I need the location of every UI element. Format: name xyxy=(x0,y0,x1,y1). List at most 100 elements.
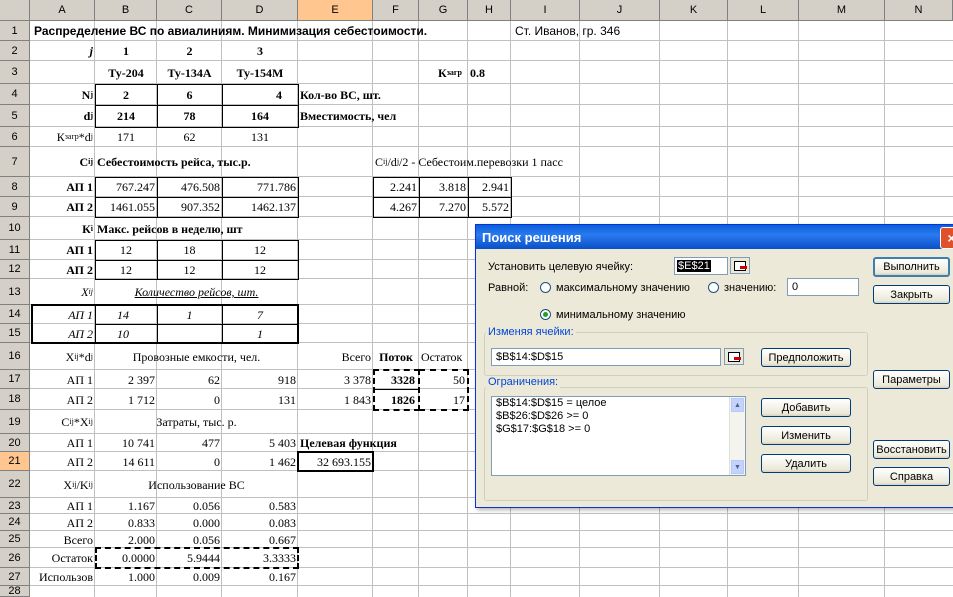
cell-e16[interactable]: Всего xyxy=(298,343,373,370)
cell-b16[interactable]: Провозные емкости, чел. xyxy=(95,343,298,370)
column-header-h[interactable]: H xyxy=(468,0,511,21)
cell-b10[interactable]: Макс. рейсов в неделю, шт xyxy=(95,217,245,240)
cell-b12[interactable]: 12 xyxy=(95,260,157,279)
cell-d15[interactable]: 1 xyxy=(222,324,298,343)
constraints-scrollbar[interactable]: ▲ ▼ xyxy=(729,397,745,475)
cell-a14[interactable]: АП 1 xyxy=(30,305,95,324)
target-cell-input[interactable]: $E$21 xyxy=(674,257,728,275)
radio-max-label[interactable]: максимальному значению xyxy=(556,282,690,294)
cell-d6[interactable]: 131 xyxy=(222,127,298,147)
cell-d14[interactable]: 7 xyxy=(222,305,298,324)
constraints-list[interactable]: $B$14:$D$15 = целое $B$26:$D$26 >= 0 $G$… xyxy=(491,396,746,476)
cell-f16[interactable]: Поток xyxy=(373,343,419,370)
dialog-title[interactable]: Поиск решения xyxy=(476,225,953,249)
column-header-e[interactable]: E xyxy=(298,0,373,21)
row-header-27[interactable]: 27 xyxy=(0,568,30,586)
cell-a4[interactable]: Nj xyxy=(30,84,95,105)
cell-b3[interactable]: Ту-204 xyxy=(95,61,157,84)
changing-cells-input[interactable]: $B$14:$D$15 xyxy=(491,348,721,366)
row-header-21[interactable]: 21 xyxy=(0,452,30,471)
row-header-18[interactable]: 18 xyxy=(0,389,30,410)
cell-d24[interactable]: 0.083 xyxy=(222,514,298,531)
column-header-n[interactable]: N xyxy=(885,0,953,21)
cell-e20[interactable]: Целевая функция xyxy=(298,434,399,452)
cell-d2[interactable]: 3 xyxy=(222,41,298,61)
cell-c21[interactable]: 0 xyxy=(157,452,222,471)
cell-c26[interactable]: 5.9444 xyxy=(157,548,222,568)
cell-b21[interactable]: 14 611 xyxy=(95,452,157,471)
cell-g16[interactable]: Остаток xyxy=(419,343,464,370)
cell-a9[interactable]: АП 2 xyxy=(30,197,95,217)
row-header-2[interactable]: 2 xyxy=(0,41,30,61)
cell-b7[interactable]: Себестоимость рейса, тыс.р. xyxy=(95,147,253,177)
cell-a7[interactable]: Cij xyxy=(30,147,95,177)
column-header-k[interactable]: K xyxy=(660,0,728,21)
cell-a6[interactable]: Кзагр *d j xyxy=(30,127,95,147)
run-button[interactable]: Выполнить xyxy=(873,257,950,277)
row-header-10[interactable]: 10 xyxy=(0,217,30,240)
scroll-down-icon[interactable]: ▼ xyxy=(731,460,744,474)
cell-a21[interactable]: АП 2 xyxy=(30,452,95,471)
cell-b14[interactable]: 14 xyxy=(95,305,157,324)
cell-a16[interactable]: Xij *d j xyxy=(30,343,95,370)
cell-c11[interactable]: 18 xyxy=(157,240,222,260)
cell-d25[interactable]: 0.667 xyxy=(222,531,298,548)
column-header-d[interactable]: D xyxy=(222,0,298,21)
restore-button[interactable]: Восстановить xyxy=(873,440,950,459)
row-header-23[interactable]: 23 xyxy=(0,498,30,514)
cell-a26[interactable]: Остаток xyxy=(30,548,95,568)
column-header-b[interactable]: B xyxy=(95,0,157,21)
column-header-l[interactable]: L xyxy=(728,0,799,21)
cell-g17[interactable]: 50 xyxy=(419,370,468,389)
cell-c3[interactable]: Ту-134А xyxy=(157,61,222,84)
cell-b6[interactable]: 171 xyxy=(95,127,157,147)
cell-c6[interactable]: 62 xyxy=(157,127,222,147)
add-constraint-button[interactable]: Добавить xyxy=(761,398,851,417)
cell-a17[interactable]: АП 1 xyxy=(30,370,95,389)
cell-b9[interactable]: 1461.055 xyxy=(95,197,157,217)
cell-c17[interactable]: 62 xyxy=(157,370,222,389)
cell-b24[interactable]: 0.833 xyxy=(95,514,157,531)
cell-b15[interactable]: 10 xyxy=(95,324,157,343)
cell-d18[interactable]: 131 xyxy=(222,389,298,410)
cell-c8[interactable]: 476.508 xyxy=(157,177,222,197)
cell-c18[interactable]: 0 xyxy=(157,389,222,410)
column-header-a[interactable]: A xyxy=(30,0,95,21)
cell-a25[interactable]: Всего xyxy=(30,531,95,548)
cell-b2[interactable]: 1 xyxy=(95,41,157,61)
cell-d3[interactable]: Ту-154М xyxy=(222,61,298,84)
row-header-4[interactable]: 4 xyxy=(0,84,30,105)
cell-b22[interactable]: Использование ВС xyxy=(95,471,298,498)
column-header-i[interactable]: I xyxy=(511,0,580,21)
cell-c15[interactable] xyxy=(157,324,222,343)
cell-a19[interactable]: Cij *X ij xyxy=(30,410,95,434)
radio-max[interactable] xyxy=(540,282,551,293)
cell-b23[interactable]: 1.167 xyxy=(95,498,157,514)
row-header-26[interactable]: 26 xyxy=(0,548,30,568)
value-input[interactable]: 0 xyxy=(787,278,859,296)
cell-f9[interactable]: 4.267 xyxy=(373,197,419,217)
cell-a15[interactable]: АП 2 xyxy=(30,324,95,343)
cell-b19[interactable]: Затраты, тыс. р. xyxy=(95,410,298,434)
cell-f7[interactable]: Cij/d j/2 - Себестоим.перевозки 1 пасс xyxy=(373,147,565,177)
cell-d20[interactable]: 5 403 xyxy=(222,434,298,452)
cell-d5[interactable]: 164 xyxy=(222,105,298,127)
cell-b18[interactable]: 1 712 xyxy=(95,389,157,410)
cell-h8[interactable]: 2.941 xyxy=(468,177,511,197)
cell-a13[interactable]: Xij xyxy=(30,279,95,305)
cell-a18[interactable]: АП 2 xyxy=(30,389,95,410)
cell-c25[interactable]: 0.056 xyxy=(157,531,222,548)
column-header-j[interactable]: J xyxy=(580,0,660,21)
cell-b13[interactable]: Количество рейсов, шт. xyxy=(95,279,298,305)
cell-g3[interactable]: Кзагр xyxy=(436,61,464,84)
cell-d9[interactable]: 1462.137 xyxy=(222,197,298,217)
cell-a20[interactable]: АП 1 xyxy=(30,434,95,452)
row-header-16[interactable]: 16 xyxy=(0,343,30,370)
cell-d23[interactable]: 0.583 xyxy=(222,498,298,514)
guess-button[interactable]: Предположить xyxy=(761,348,851,367)
cell-b26[interactable]: 0.0000 xyxy=(95,548,157,568)
row-header-28[interactable]: 28 xyxy=(0,585,30,597)
row-header-9[interactable]: 9 xyxy=(0,197,30,217)
cell-f8[interactable]: 2.241 xyxy=(373,177,419,197)
cell-a24[interactable]: АП 2 xyxy=(30,514,95,531)
